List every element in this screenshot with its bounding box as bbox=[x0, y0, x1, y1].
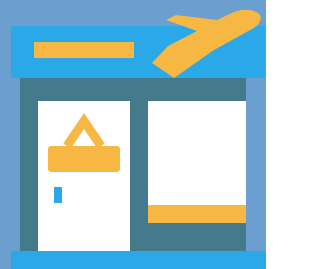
door-handle bbox=[54, 187, 62, 203]
shop-window bbox=[148, 101, 246, 206]
sign-banner bbox=[34, 42, 134, 58]
sidewalk bbox=[11, 251, 266, 269]
airport-travel-agency-icon bbox=[0, 0, 266, 269]
window-counter bbox=[148, 205, 246, 223]
